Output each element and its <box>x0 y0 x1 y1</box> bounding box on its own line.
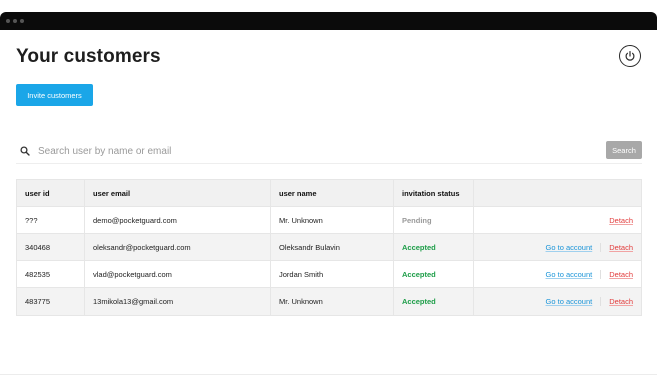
go-to-account-link[interactable]: Go to account <box>546 269 602 279</box>
status-badge: Accepted <box>402 297 436 306</box>
window-dot-close[interactable] <box>6 19 10 23</box>
table-row: ??? demo@pocketguard.com Mr. Unknown Pen… <box>17 207 641 234</box>
power-icon <box>625 51 635 61</box>
customers-table: user id user email user name invitation … <box>16 179 642 316</box>
invite-customers-button[interactable]: Invite customers <box>16 84 93 106</box>
cell-user-name: Jordan Smith <box>271 261 394 287</box>
column-header-user-id: user id <box>17 180 85 206</box>
search-bar: Search <box>16 140 642 164</box>
status-badge: Pending <box>402 215 432 225</box>
cell-user-email: 13mikola13@gmail.com <box>85 288 271 315</box>
table-header-row: user id user email user name invitation … <box>17 180 641 207</box>
window-dot-maximize[interactable] <box>20 19 24 23</box>
page-title: Your customers <box>16 46 161 67</box>
column-header-user-email: user email <box>85 180 271 206</box>
cell-user-name: Mr. Unknown <box>271 288 394 315</box>
column-header-actions <box>474 180 641 206</box>
page-divider <box>0 374 657 375</box>
cell-user-id: 482535 <box>17 261 85 287</box>
status-badge: Accepted <box>402 242 436 252</box>
cell-user-email: demo@pocketguard.com <box>85 207 271 233</box>
detach-link[interactable]: Detach <box>609 270 633 279</box>
search-input[interactable] <box>38 143 598 160</box>
go-to-account-link[interactable]: Go to account <box>546 297 602 306</box>
search-button[interactable]: Search <box>606 141 642 159</box>
cell-actions: Go to account Detach <box>474 261 641 287</box>
cell-user-email: oleksandr@pocketguard.com <box>85 234 271 260</box>
app-window: Your customers Invite customers Search u… <box>0 12 657 374</box>
window-titlebar <box>0 12 657 30</box>
cell-user-email: vlad@pocketguard.com <box>85 261 271 287</box>
table-row: 482535 vlad@pocketguard.com Jordan Smith… <box>17 261 641 288</box>
window-dot-minimize[interactable] <box>13 19 17 23</box>
cell-actions: Detach <box>474 207 641 233</box>
cell-user-id: 483775 <box>17 288 85 315</box>
table-row: 340468 oleksandr@pocketguard.com Oleksan… <box>17 234 641 261</box>
cell-actions: Go to account Detach <box>474 234 641 260</box>
column-header-user-name: user name <box>271 180 394 206</box>
power-button[interactable] <box>619 45 641 67</box>
cell-user-id: ??? <box>17 207 85 233</box>
detach-link[interactable]: Detach <box>609 243 633 252</box>
cell-invitation-status: Accepted <box>394 234 474 260</box>
cell-invitation-status: Pending <box>394 207 474 233</box>
detach-link[interactable]: Detach <box>609 297 633 306</box>
search-icon <box>20 146 30 156</box>
detach-link[interactable]: Detach <box>609 216 633 225</box>
cell-invitation-status: Accepted <box>394 261 474 287</box>
cell-user-id: 340468 <box>17 234 85 260</box>
status-badge: Accepted <box>402 269 436 279</box>
cell-user-name: Oleksandr Bulavin <box>271 234 394 260</box>
column-header-invitation-status: invitation status <box>394 180 474 206</box>
table-row: 483775 13mikola13@gmail.com Mr. Unknown … <box>17 288 641 315</box>
cell-actions: Go to account Detach <box>474 288 641 315</box>
cell-user-name: Mr. Unknown <box>271 207 394 233</box>
cell-invitation-status: Accepted <box>394 288 474 315</box>
go-to-account-link[interactable]: Go to account <box>546 242 602 252</box>
